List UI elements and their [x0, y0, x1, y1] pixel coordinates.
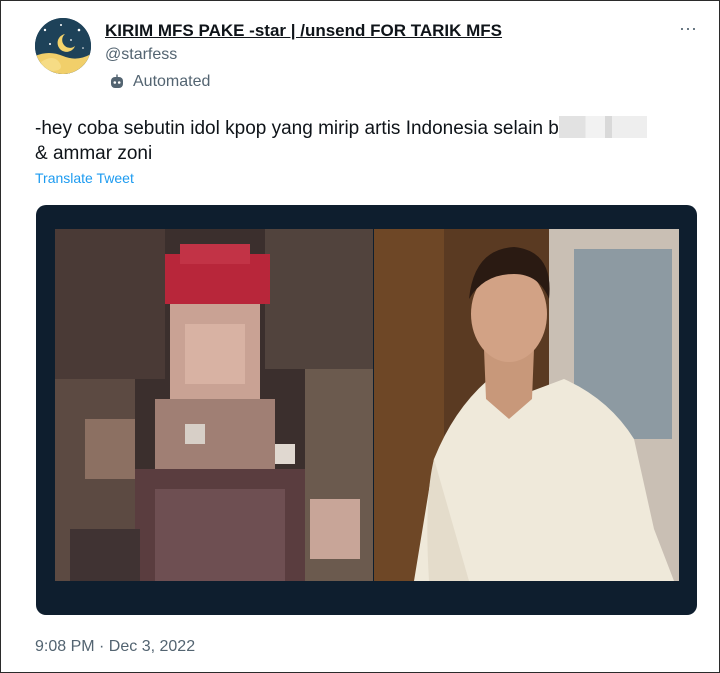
tweet-timestamp[interactable]: 9:08 PM · Dec 3, 2022: [35, 638, 195, 656]
display-name[interactable]: KIRIM MFS PAKE -star | /unsend FOR TARIK…: [105, 21, 502, 41]
man-in-white-shirt-image: [374, 229, 679, 581]
redacted-text-block: [558, 116, 647, 138]
tweet-card: KIRIM MFS PAKE -star | /unsend FOR TARIK…: [0, 0, 720, 673]
tweet-text-part-2: & ammar zoni: [35, 143, 153, 164]
media-container[interactable]: [36, 205, 697, 615]
tweet-text: -hey coba sebutin idol kpop yang mirip a…: [35, 116, 695, 166]
moon-stars-avatar-icon: [35, 18, 91, 74]
pixelated-photo[interactable]: [55, 229, 373, 581]
bot-icon: [111, 74, 123, 88]
translate-tweet-link[interactable]: Translate Tweet: [35, 170, 134, 186]
automated-label: Automated: [109, 73, 210, 91]
more-horizontal-icon[interactable]: ···: [677, 19, 699, 37]
username-handle[interactable]: @starfess: [105, 46, 177, 64]
man-photo[interactable]: [374, 229, 679, 581]
tweet-text-part-1: -hey coba sebutin idol kpop yang mirip a…: [35, 118, 559, 139]
pixelated-person-image: [55, 229, 373, 581]
avatar[interactable]: [35, 18, 91, 74]
automated-text: Automated: [133, 73, 211, 90]
